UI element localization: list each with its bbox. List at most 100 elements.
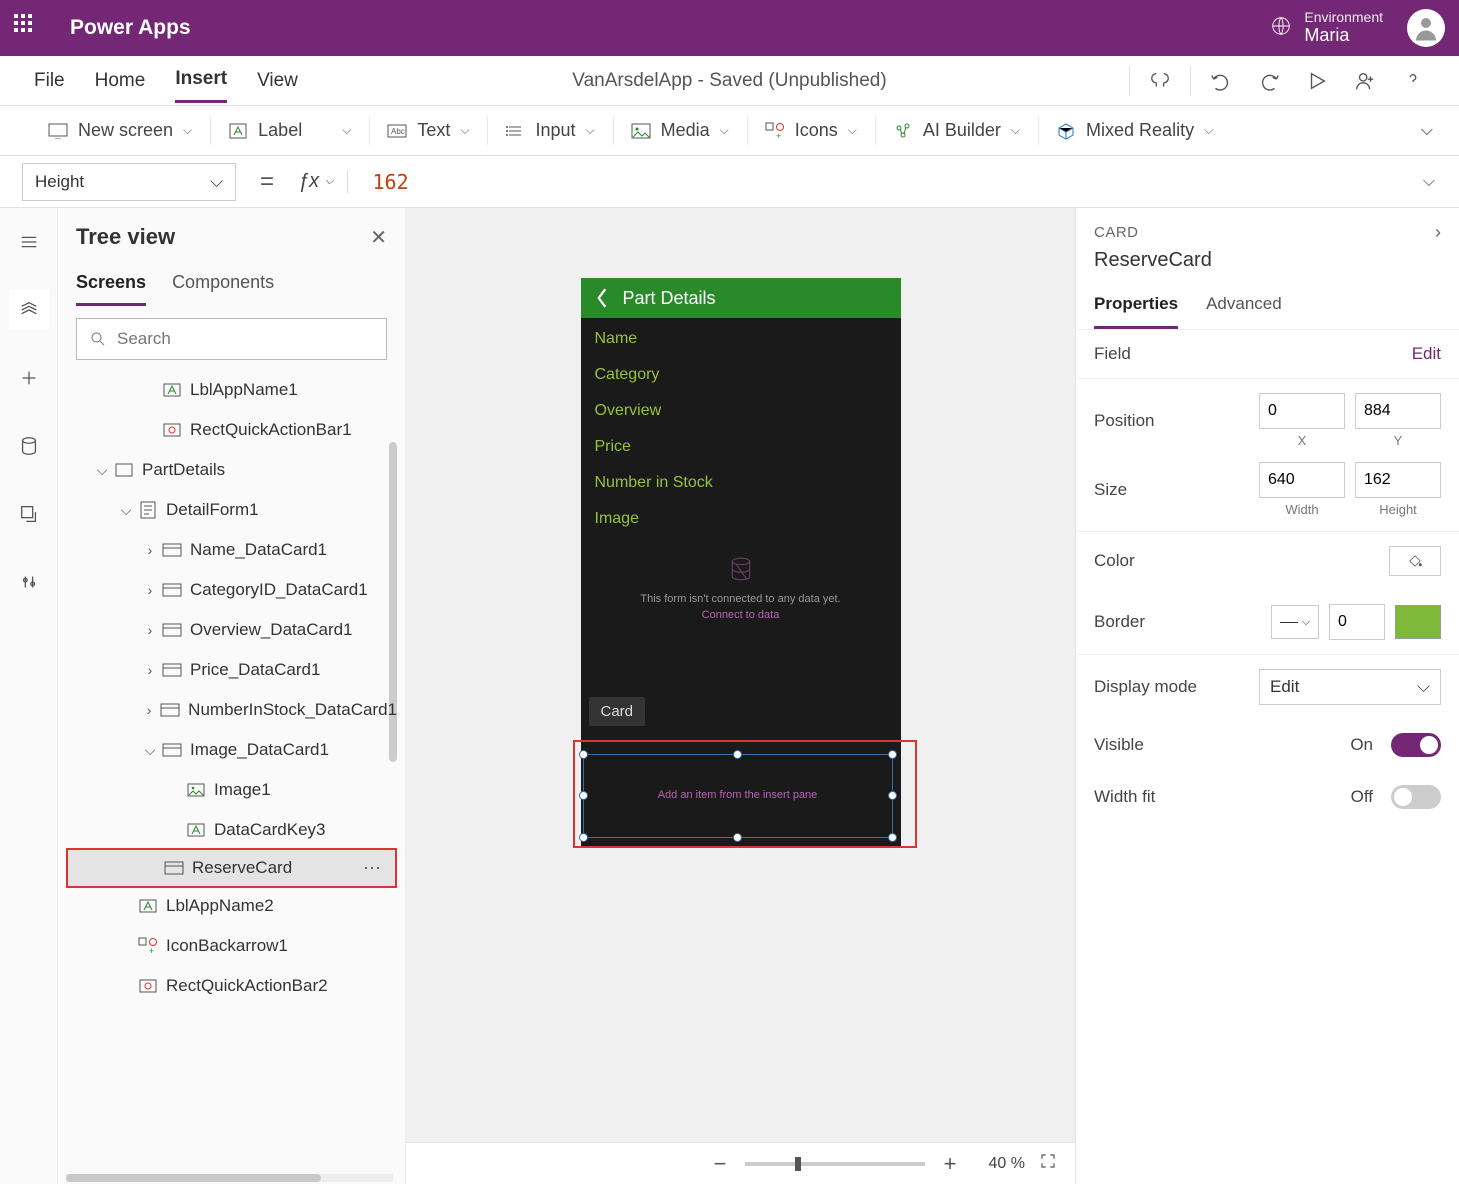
height-label: Height bbox=[1355, 502, 1441, 517]
tab-screens[interactable]: Screens bbox=[76, 266, 146, 306]
chevron-right-icon[interactable]: › bbox=[1435, 222, 1441, 243]
ribbon-new-screen[interactable]: New screen⌵ bbox=[30, 106, 210, 155]
visible-toggle[interactable] bbox=[1391, 733, 1441, 757]
size-width-input[interactable] bbox=[1259, 462, 1345, 498]
border-style-picker[interactable]: ⌵ bbox=[1271, 605, 1319, 639]
tree-item-LblAppName2[interactable]: LblAppName2 bbox=[66, 886, 397, 926]
close-icon[interactable]: ✕ bbox=[370, 225, 387, 250]
rail-insert-icon[interactable] bbox=[9, 358, 49, 398]
tree-item-RectQuickActionBar1[interactable]: RectQuickActionBar1 bbox=[66, 410, 397, 450]
ribbon-icons[interactable]: + Icons⌵ bbox=[747, 106, 875, 155]
rail-hamburger-icon[interactable] bbox=[9, 222, 49, 262]
field-edit-link[interactable]: Edit bbox=[1412, 344, 1441, 364]
play-icon[interactable] bbox=[1293, 57, 1341, 105]
chevron-down-icon: ⌵ bbox=[848, 123, 857, 138]
position-y-input[interactable] bbox=[1355, 393, 1441, 429]
ribbon-input[interactable]: Input⌵ bbox=[487, 106, 612, 155]
zoom-slider[interactable] bbox=[745, 1162, 925, 1166]
more-options-icon[interactable]: ⋯ bbox=[363, 858, 383, 879]
ribbon-expand-icon[interactable]: ⌵ bbox=[1421, 122, 1459, 140]
share-icon[interactable] bbox=[1341, 57, 1389, 105]
app-checker-icon[interactable] bbox=[1136, 57, 1184, 105]
phone-preview[interactable]: Part Details Name Category Overview Price Nu… bbox=[581, 278, 901, 848]
border-width-input[interactable] bbox=[1329, 604, 1385, 640]
tree-item-IconBackarrow1[interactable]: +IconBackarrow1 bbox=[66, 926, 397, 966]
app-launcher-icon[interactable] bbox=[14, 14, 42, 42]
menu-home[interactable]: Home bbox=[95, 60, 146, 102]
collapse-icon[interactable]: ⌵ bbox=[118, 502, 134, 519]
horizontal-scrollbar[interactable] bbox=[66, 1174, 393, 1182]
help-icon[interactable] bbox=[1389, 57, 1437, 105]
formula-input[interactable] bbox=[358, 163, 1388, 201]
rect-icon bbox=[138, 978, 158, 994]
border-color-picker[interactable] bbox=[1395, 605, 1441, 639]
size-height-input[interactable] bbox=[1355, 462, 1441, 498]
collapse-icon[interactable]: ⌵ bbox=[94, 462, 110, 479]
tree-item-NumberInStock_DataCard1[interactable]: ›NumberInStock_DataCard1 bbox=[66, 690, 397, 730]
tree-item-CategoryID_DataCard1[interactable]: ›CategoryID_DataCard1 bbox=[66, 570, 397, 610]
tree-item-Overview_DataCard1[interactable]: ›Overview_DataCard1 bbox=[66, 610, 397, 650]
tree-item-DataCardKey3[interactable]: DataCardKey3 bbox=[66, 810, 397, 850]
back-arrow-icon[interactable] bbox=[595, 287, 609, 309]
tree-item-LblAppName1[interactable]: LblAppName1 bbox=[66, 370, 397, 410]
form-field-label[interactable]: Number in Stock bbox=[595, 474, 887, 492]
menu-view[interactable]: View bbox=[257, 60, 298, 102]
tree-search[interactable] bbox=[76, 318, 387, 360]
tree-item-Name_DataCard1[interactable]: › Name_DataCard1 bbox=[66, 530, 397, 570]
form-field-label[interactable]: Overview bbox=[595, 402, 887, 420]
fx-button[interactable]: ƒx⌵ bbox=[298, 170, 348, 193]
form-field-label[interactable]: Image bbox=[595, 510, 887, 528]
zoom-out-button[interactable]: − bbox=[709, 1151, 731, 1177]
zoom-in-button[interactable]: + bbox=[939, 1151, 961, 1177]
mixed-reality-icon bbox=[1056, 123, 1076, 139]
tree-item-label: Name_DataCard1 bbox=[190, 540, 327, 560]
expand-icon[interactable]: › bbox=[142, 582, 158, 598]
redo-icon[interactable] bbox=[1245, 57, 1293, 105]
tree-item-RectQuickActionBar2[interactable]: RectQuickActionBar2 bbox=[66, 966, 397, 1006]
rail-settings-icon[interactable] bbox=[9, 562, 49, 602]
tree-item-PartDetails[interactable]: ⌵PartDetails bbox=[66, 450, 397, 490]
menu-insert[interactable]: Insert bbox=[175, 58, 227, 103]
property-selector[interactable]: Height ⌵ bbox=[22, 163, 236, 201]
rail-media-icon[interactable] bbox=[9, 494, 49, 534]
phone-screen-header: Part Details bbox=[581, 278, 901, 318]
user-avatar[interactable] bbox=[1407, 9, 1445, 47]
tree-item-Image1[interactable]: Image1 bbox=[66, 770, 397, 810]
environment-picker[interactable]: Environment Maria bbox=[1270, 10, 1383, 45]
tree-item-Image_DataCard1[interactable]: ⌵Image_DataCard1 bbox=[66, 730, 397, 770]
expand-icon[interactable]: › bbox=[142, 622, 158, 638]
formula-expand-icon[interactable]: ⌵ bbox=[1399, 173, 1459, 191]
ribbon-text[interactable]: Abc Text⌵ bbox=[369, 106, 487, 155]
fit-to-window-icon[interactable] bbox=[1039, 1152, 1057, 1175]
ribbon-label[interactable]: Label ⌵ bbox=[210, 106, 369, 155]
ribbon-media[interactable]: Media⌵ bbox=[613, 106, 747, 155]
tab-advanced[interactable]: Advanced bbox=[1206, 286, 1282, 329]
ribbon-ai-builder[interactable]: AI Builder⌵ bbox=[875, 106, 1038, 155]
tab-properties[interactable]: Properties bbox=[1094, 286, 1178, 329]
position-x-input[interactable] bbox=[1259, 393, 1345, 429]
rail-data-icon[interactable] bbox=[9, 426, 49, 466]
undo-icon[interactable] bbox=[1197, 57, 1245, 105]
form-field-label[interactable]: Category bbox=[595, 366, 887, 384]
tree-item-ReserveCard[interactable]: ReserveCard⋯ bbox=[66, 848, 397, 888]
color-picker[interactable] bbox=[1389, 546, 1441, 576]
rail-tree-view-icon[interactable] bbox=[9, 290, 49, 330]
tree-item-Price_DataCard1[interactable]: ›Price_DataCard1 bbox=[66, 650, 397, 690]
search-input[interactable] bbox=[117, 329, 374, 349]
form-field-label[interactable]: Name bbox=[595, 330, 887, 348]
expand-icon[interactable]: › bbox=[142, 702, 156, 718]
tab-components[interactable]: Components bbox=[172, 266, 274, 306]
expand-icon[interactable]: › bbox=[142, 662, 158, 678]
ribbon-mixed-reality[interactable]: Mixed Reality⌵ bbox=[1038, 106, 1231, 155]
selection-box[interactable]: Add an item from the insert pane bbox=[583, 754, 893, 838]
app-title: Power Apps bbox=[70, 16, 191, 40]
collapse-icon[interactable]: ⌵ bbox=[142, 742, 158, 759]
tree-item-DetailForm1[interactable]: ⌵DetailForm1 bbox=[66, 490, 397, 530]
menu-file[interactable]: File bbox=[34, 60, 65, 102]
widthfit-toggle[interactable] bbox=[1391, 785, 1441, 809]
connect-data-link[interactable]: Connect to data bbox=[581, 609, 901, 621]
card-icon bbox=[162, 742, 182, 758]
expand-icon[interactable]: › bbox=[142, 542, 158, 558]
display-mode-select[interactable]: Edit ⌵ bbox=[1259, 669, 1441, 705]
form-field-label[interactable]: Price bbox=[595, 438, 887, 456]
